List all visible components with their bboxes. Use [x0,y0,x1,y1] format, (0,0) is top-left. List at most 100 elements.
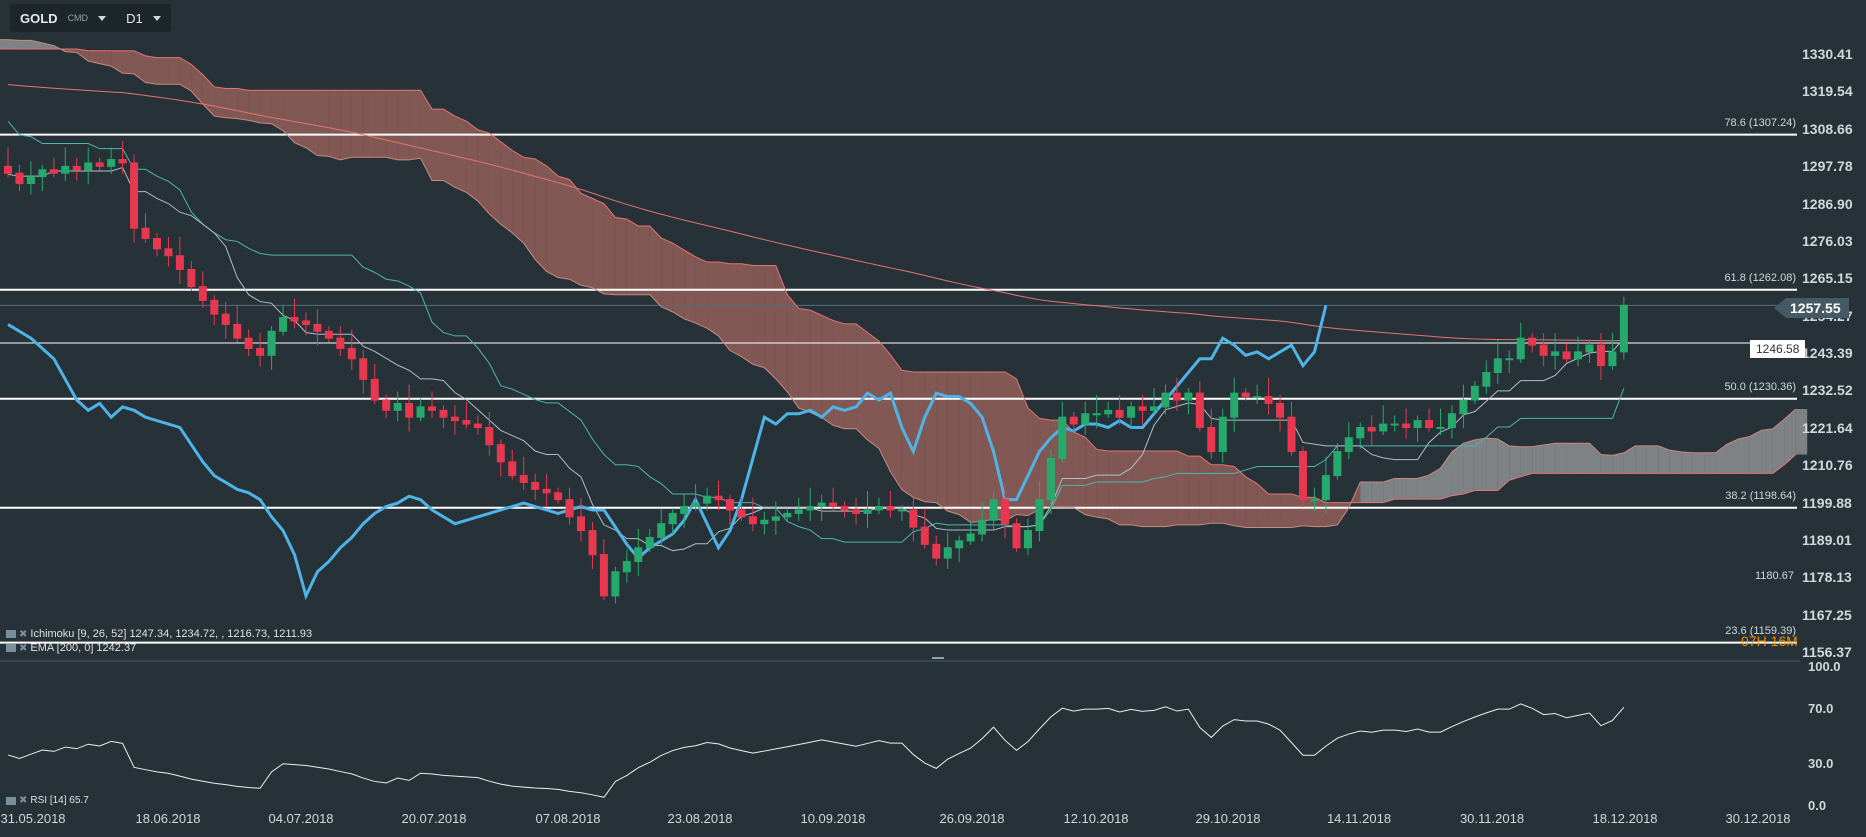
legend-ichimoku-text: Ichimoku [9, 26, 52] 1247.34, 1234.72, ,… [30,628,313,640]
cloud-segment [523,157,536,260]
cloud-segment [1176,451,1189,525]
legend-ichimoku: ✖ Ichimoku [9, 26, 52] 1247.34, 1234.72,… [6,628,312,640]
candle-body [955,540,964,549]
cloud-segment [1119,451,1132,525]
candle [1539,333,1548,367]
price-chart[interactable] [0,0,1866,837]
legend-ema-text: EMA [200, 0] 1242.37 [30,642,137,654]
candle [130,154,139,243]
candle [599,539,608,600]
cloud-segment [1727,439,1739,474]
candle-body [565,499,574,518]
candle-body [508,461,517,477]
candle [863,491,872,528]
candle-body [1287,416,1296,453]
candle-body [852,509,861,514]
close-icon[interactable]: ✖ [19,629,27,640]
candle-body [1081,413,1090,425]
pane-resize-handle[interactable] [932,657,944,659]
candle [439,405,448,429]
candle [794,497,803,521]
symbol-name[interactable]: GOLD [20,11,58,26]
candle-body [554,492,563,501]
cloud-segment [775,265,788,392]
price-axis-label: 1189.01 [1802,531,1852,548]
candle [806,487,815,521]
candle-body [932,543,941,559]
cloud-segment [672,243,685,319]
candle-body [1608,351,1617,367]
cloud-segment [1429,468,1441,500]
symbol-toolbar: GOLD CMD D1 [10,4,171,32]
candle-body [1058,416,1067,459]
candle [1402,408,1411,439]
candle [267,326,276,370]
candle [405,384,414,432]
candle [359,350,368,394]
cloud-segment [1497,439,1510,491]
cloud-segment [214,86,226,118]
cloud-segment [615,217,627,295]
candle-body [210,299,219,315]
price-axis-label: 1319.54 [1802,83,1853,100]
timeframe-selector[interactable]: D1 [126,11,143,26]
cloud-segment [626,219,639,295]
settings-icon[interactable] [6,630,16,638]
settings-icon[interactable] [6,644,16,652]
date-label: 30.11.2018 [1459,811,1525,826]
candle-body [748,516,757,525]
rsi-axis-label: 100.0 [1808,659,1841,674]
date-label: 29.10.2018 [1195,811,1261,826]
candle-body [347,347,356,360]
candle-body [1470,385,1479,401]
cloud-segment [856,323,868,440]
candle-body [324,330,333,339]
candle-body [1551,351,1560,356]
candle-body [359,358,368,380]
candle [1562,343,1571,363]
candle [634,528,643,576]
candle [874,497,883,515]
candle-body [393,402,402,411]
candle-body [187,268,196,288]
candle-body [290,317,299,322]
legend-rsi-text: RSI [14] 65.7 [30,795,89,806]
cloud-segment [810,310,822,418]
horizontal-line-label[interactable]: 1246.58 [1750,340,1806,358]
candle [1425,408,1434,432]
candle-body [1333,451,1342,477]
candle-body [1195,392,1204,428]
date-label: 18.06.2018 [135,811,201,826]
price-axis-label: 1308.66 [1802,120,1853,137]
close-icon[interactable]: ✖ [19,795,27,806]
cloud-segment [1474,438,1487,491]
candle [1264,377,1273,415]
cloud-segment [1738,436,1750,474]
cloud-segment [1761,428,1773,474]
settings-icon[interactable] [6,796,16,805]
cloud-segment [1566,443,1579,474]
timeframe-dropdown-icon[interactable] [152,15,161,21]
fib-level-label: 78.6 (1307.24) [1724,116,1796,129]
fib-level-label: 61.8 (1262.08) [1724,271,1796,284]
rsi-pane [7,703,1625,798]
candle-body [622,561,631,573]
candle [1150,387,1158,415]
candle-body [978,519,987,535]
cloud-segment [248,90,261,123]
cloud-segment [1543,443,1556,474]
cloud-segment [684,250,696,324]
candle [519,456,528,491]
cloud-segment [19,40,31,50]
cloud-segment [145,55,157,85]
candle-countdown: 07H 16M [1741,633,1798,649]
symbol-dropdown-icon[interactable] [98,15,107,21]
cloud-segment [1245,476,1258,528]
candle [416,398,425,422]
close-icon[interactable]: ✖ [19,643,27,654]
cloud-segment [569,179,581,286]
cloud-segment [1578,443,1590,474]
cloud-segment [1383,478,1395,503]
candle [1344,422,1353,460]
candle-body [141,227,150,240]
